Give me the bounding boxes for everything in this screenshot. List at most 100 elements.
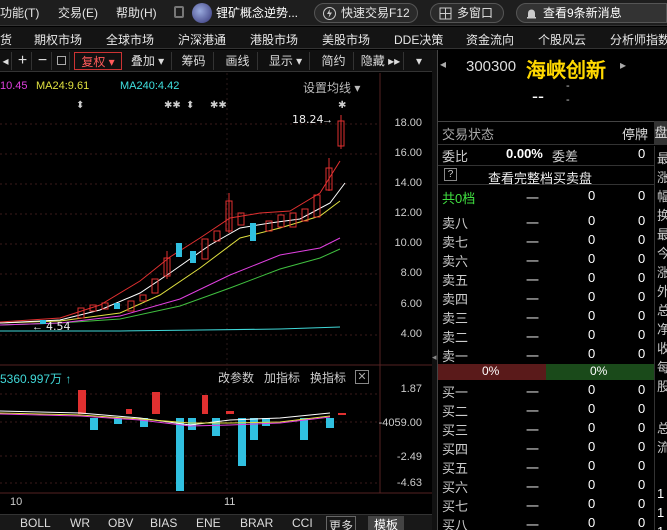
nav-item-us[interactable]: 美股市场 [322,31,370,48]
buy-level: 买五 [442,461,469,476]
tab-bias[interactable]: BIAS [150,516,177,530]
quick-trade-label: 快速交易F12 [341,6,410,20]
tab-more[interactable]: 更多 [326,516,357,530]
event-marker[interactable]: ⬍ [186,100,194,111]
weicha-value: 0 [638,146,646,161]
event-marker[interactable]: ✱ [338,100,346,111]
tab-obv[interactable]: OBV [108,516,133,530]
total-levels: 共0档 [442,191,476,206]
switch-indicator-button[interactable]: 换指标 [310,369,346,386]
next-stock-icon[interactable]: ▸ [620,58,626,72]
total-levels-row: 共0档 一00 [442,188,646,206]
buy-level: 买三 [442,423,469,438]
zoom-out-icon[interactable]: − [34,52,52,70]
buy-level: 买二 [442,404,469,419]
high-arrow: → [322,114,333,126]
tab-wr[interactable]: WR [70,516,90,530]
weibi-value: 0.00% [506,146,543,161]
chips-button[interactable]: 筹码 [174,52,214,70]
prev-stock-icon[interactable]: ◂ [440,57,446,71]
buy-level: 买七 [442,499,469,514]
overlay-button[interactable]: 叠加 ▾ [124,52,172,70]
close-icon[interactable]: ✕ [355,370,369,384]
y-tick: 4.00 [400,328,422,340]
sell-ratio: 0% [482,364,500,378]
event-marker[interactable]: ✱✱ [210,100,227,111]
full-book-label: 查看完整档买卖盘 [488,171,593,186]
buy-level: 买六 [442,480,469,495]
sell-row: 卖四一 0 0 [442,289,646,307]
nav-item-analyst[interactable]: 分析师指数 [610,31,667,48]
price-change-pct: - [566,94,570,106]
sell-level: 卖四 [442,292,469,307]
menu-function[interactable]: 功能(T) [0,4,39,21]
y-tick: 10.00 [394,237,422,249]
buy-row: 买五一 0 0 [442,458,646,476]
tab-cci[interactable]: CCI [292,516,313,530]
buy-row: 买三一 0 0 [442,420,646,438]
window-icon[interactable] [174,6,184,18]
hide-button[interactable]: 隐藏 ▸▸ [358,52,404,70]
overlay-label: 叠加 [130,54,155,68]
grid-icon [439,7,452,20]
full-book-button[interactable]: ? 查看完整档买卖盘 [438,165,654,186]
sell-row: 卖六一 0 0 [442,251,646,269]
mascot-icon [192,3,212,23]
draw-line-button[interactable]: 画线 [218,52,258,70]
change-params-button[interactable]: 改参数 [218,369,254,386]
y-tick: 8.00 [400,267,422,279]
simple-button[interactable]: 简约 [314,52,354,70]
box-icon[interactable] [54,52,70,70]
nav-item-dde[interactable]: DDE决策 [394,31,443,48]
add-indicator-button[interactable]: 加指标 [264,369,300,386]
prev-icon[interactable]: ◂ [0,52,12,70]
y-tick: 6.00 [400,298,422,310]
lightning-icon [323,7,336,20]
low-price-label: 4.54 [46,320,71,333]
nav-item-hk[interactable]: 港股市场 [250,31,298,48]
indicator-value-text: 5360.997万 [0,372,63,386]
buy-level: 买八 [442,518,469,530]
side-info-column: 最 涨 幅 换 最 今 涨 外 总 净 收 每 股 总 流 1 1 1 [654,146,667,530]
quick-trade-button[interactable]: 快速交易F12 [314,3,418,23]
sell-row: 卖一一 0 0 [442,346,646,364]
display-button[interactable]: 显示 ▾ [262,52,310,70]
event-marker[interactable]: ⬍ [76,100,84,111]
nav-item-options[interactable]: 期权市场 [34,31,82,48]
sell-row: 卖八一 0 0 [442,213,646,231]
more-menu-icon[interactable]: ▾ [408,52,430,70]
tab-template[interactable]: 模板 [368,516,405,530]
bell-icon [527,9,536,19]
buy-level: 买四 [442,442,469,457]
sell-ratio-bar: 0% [438,364,546,380]
news-button[interactable]: 查看9条新消息 [516,3,667,23]
down-candles [40,223,256,324]
trade-status-value: 停牌 [622,127,649,142]
nav-item-stock-news[interactable]: 个股风云 [538,31,586,48]
indicator-y-tick: -4059.00 [378,417,422,429]
tab-boll[interactable]: BOLL [20,516,51,530]
multi-window-button[interactable]: 多窗口 [430,3,504,23]
nav-item-connect[interactable]: 沪深港通 [178,31,226,48]
zoom-in-icon[interactable]: + [14,52,32,70]
display-label: 显示 [268,54,293,68]
nav-item-global[interactable]: 全球市场 [106,31,154,48]
menu-help[interactable]: 帮助(H) [116,4,157,21]
tab-brar[interactable]: BRAR [240,516,273,530]
chart-svg: ⬍ ✱✱ ⬍ ✱✱ ✱ 18.24 → ← 4.54 [0,73,432,494]
price-change: - [566,80,570,92]
kline-chart-panel[interactable]: 10.45 MA24:9.61 MA240:4.42 设置均线 ▾ ⬍ ✱✱ ⬍ [0,73,432,530]
nav-item-fund-flow[interactable]: 资金流向 [466,31,514,48]
weibi-label: 委比 [442,149,469,164]
sell-level: 卖二 [442,330,469,345]
tab-pankou[interactable]: 盘 [654,121,667,145]
nav-item-futures[interactable]: 货 [0,31,12,48]
indicator-tabs: BOLL WR OBV BIAS ENE BRAR CCI 更多 模板 [0,514,432,530]
menu-trade[interactable]: 交易(E) [58,4,98,21]
fuquan-button[interactable]: 复权 ▾ [74,52,122,70]
event-marker[interactable]: ✱✱ [164,100,181,111]
news-ticker[interactable]: 锂矿概念逆势... [216,4,298,21]
indicator-value: 5360.997万 ↑ [0,372,72,386]
multi-window-label: 多窗口 [457,6,494,20]
tab-ene[interactable]: ENE [196,516,221,530]
